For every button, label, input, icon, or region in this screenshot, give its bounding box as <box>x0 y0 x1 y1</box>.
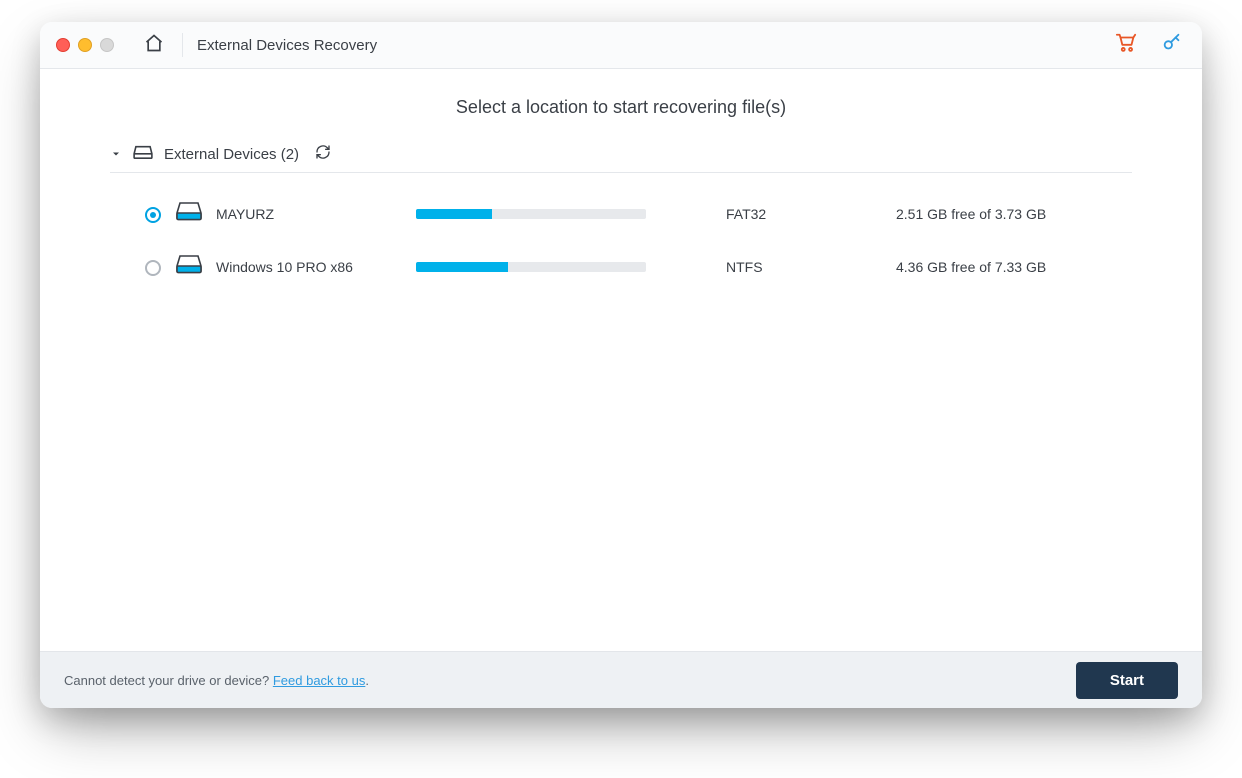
key-icon <box>1161 32 1183 59</box>
device-radio[interactable] <box>140 204 164 223</box>
device-row[interactable]: Windows 10 PRO x86 NTFS 4.36 GB free of … <box>110 240 1132 293</box>
usage-bar <box>416 262 646 272</box>
chevron-down-icon <box>110 148 122 160</box>
titlebar-divider <box>182 33 183 57</box>
detect-period: . <box>365 673 369 688</box>
device-group-header[interactable]: External Devices (2) <box>110 140 1132 172</box>
app-window: External Devices Recovery <box>40 22 1202 708</box>
close-window-button[interactable] <box>56 38 70 52</box>
device-row[interactable]: MAYURZ FAT32 2.51 GB free of 3.73 GB <box>110 187 1132 240</box>
usage-bar <box>416 209 646 219</box>
free-space-text: 4.36 GB free of 7.33 GB <box>896 259 1132 275</box>
drive-icon <box>176 254 202 279</box>
drive-group-icon <box>132 144 154 164</box>
device-name: Windows 10 PRO x86 <box>216 259 416 275</box>
footer-bar: Cannot detect your drive or device? Feed… <box>40 651 1202 708</box>
device-list: MAYURZ FAT32 2.51 GB free of 3.73 GB Win… <box>110 187 1132 293</box>
feedback-link[interactable]: Feed back to us <box>273 673 366 688</box>
refresh-icon <box>315 144 331 164</box>
titlebar: External Devices Recovery <box>40 22 1202 69</box>
refresh-button[interactable] <box>315 144 331 164</box>
footer-text: Cannot detect your drive or device? Feed… <box>64 673 369 688</box>
prompt-text: Select a location to start recovering fi… <box>110 97 1132 118</box>
device-radio[interactable] <box>140 257 164 276</box>
maximize-window-button[interactable] <box>100 38 114 52</box>
drive-icon <box>176 201 202 226</box>
group-divider <box>110 172 1132 173</box>
filesystem-type: NTFS <box>726 259 896 275</box>
minimize-window-button[interactable] <box>78 38 92 52</box>
free-space-text: 2.51 GB free of 3.73 GB <box>896 206 1132 222</box>
cart-button[interactable] <box>1112 31 1140 59</box>
window-controls <box>56 38 114 52</box>
page-title: External Devices Recovery <box>197 37 377 54</box>
start-button[interactable]: Start <box>1076 662 1178 699</box>
detect-question: Cannot detect your drive or device? <box>64 673 273 688</box>
device-group-label: External Devices (2) <box>164 146 299 163</box>
device-name: MAYURZ <box>216 206 416 222</box>
main-content: Select a location to start recovering fi… <box>40 69 1202 651</box>
activate-button[interactable] <box>1158 31 1186 59</box>
home-icon <box>144 33 164 58</box>
filesystem-type: FAT32 <box>726 206 896 222</box>
home-button[interactable] <box>132 30 176 60</box>
cart-icon <box>1115 32 1137 59</box>
